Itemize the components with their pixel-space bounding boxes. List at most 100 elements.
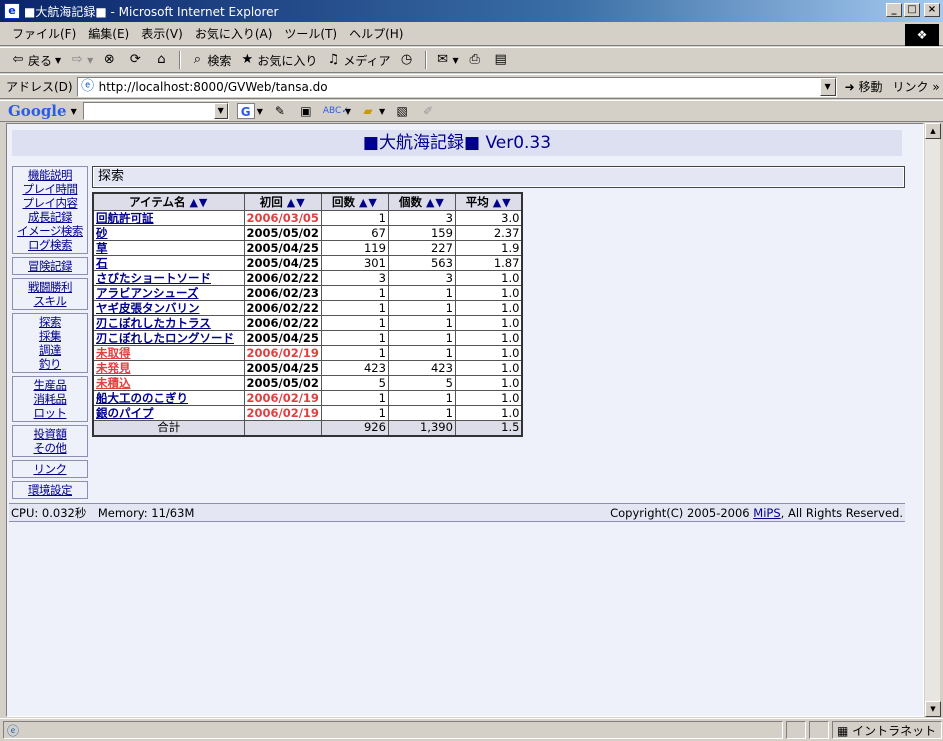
go-button[interactable]: ➜ 移動 (845, 78, 883, 95)
print-button[interactable]: ⎙ (463, 52, 489, 68)
nav-link-log-search[interactable]: ログ検索 (13, 238, 87, 252)
google-search-icon[interactable]: G (236, 103, 255, 119)
nav-link-skill[interactable]: スキル (13, 294, 87, 308)
menu-help[interactable]: ヘルプ(H) (343, 25, 409, 42)
table-body: 回航許可証 2006/03/05 1 3 3.0 砂 2005/05/02 67 159 2.37… (92, 210, 523, 421)
mips-link[interactable]: MiPS (753, 506, 780, 520)
chevron-down-icon[interactable]: ▼ (819, 77, 836, 96)
menu-tools[interactable]: ツール(T) (278, 25, 343, 42)
nav-link-investment[interactable]: 投資額 (13, 427, 87, 441)
sort-arrows-icon[interactable]: ▲▼ (426, 196, 445, 209)
chevron-down-icon[interactable]: ▼ (71, 107, 77, 116)
favorites-button[interactable]: ★ お気に入り (235, 52, 321, 69)
sort-arrows-icon[interactable]: ▲▼ (359, 196, 378, 209)
nav-link-settings[interactable]: 環境設定 (13, 483, 87, 497)
nav-link-procure[interactable]: 調達 (13, 343, 87, 357)
maximize-button[interactable]: □ (904, 3, 920, 17)
chevron-down-icon[interactable]: ▼ (345, 107, 351, 116)
nav-link-playcontent[interactable]: プレイ内容 (13, 196, 87, 210)
nav-link-playtime[interactable]: プレイ時間 (13, 182, 87, 196)
forward-button[interactable]: ⇨ ▼ (65, 52, 97, 68)
qty-cell: 3 (387, 210, 456, 226)
history-button[interactable]: ◷ (395, 52, 421, 68)
qty-cell: 5 (387, 375, 456, 391)
stop-button[interactable]: ⊗ (97, 52, 123, 68)
pagerank-icon[interactable]: ✎ (271, 103, 289, 119)
image-icon[interactable]: ▧ (393, 103, 411, 119)
count-cell: 1 (320, 405, 389, 421)
intranet-icon: ▦ (837, 724, 849, 738)
pencil-icon[interactable]: ✐ (419, 103, 437, 119)
scroll-down-button[interactable]: ▼ (925, 701, 941, 717)
nav-link-lot[interactable]: ロット (13, 406, 87, 420)
item-link[interactable]: 草 (96, 241, 108, 255)
item-name-cell: 未取得 (92, 345, 245, 361)
chevron-down-icon[interactable]: ▼ (257, 107, 263, 116)
chevron-down-icon[interactable]: ▼ (213, 103, 228, 119)
address-input[interactable]: ⓔ http://localhost:8000/GVWeb/tansa.do ▼ (76, 76, 837, 97)
item-link[interactable]: 刃こぼれしたロングソード (96, 331, 234, 345)
edit-button[interactable]: ▤ (489, 52, 515, 68)
item-link[interactable]: 刃こぼれしたカトラス (96, 316, 211, 330)
item-link[interactable]: 未発見 (96, 361, 131, 375)
sort-arrows-icon[interactable]: ▲▼ (493, 196, 512, 209)
item-link[interactable]: 銀のパイプ (96, 406, 154, 420)
popup-block-icon[interactable]: ▣ (297, 103, 315, 119)
home-button[interactable]: ⌂ (149, 52, 175, 68)
nav-link-adventure[interactable]: 冒険記録 (13, 259, 87, 273)
minimize-button[interactable]: _ (886, 3, 902, 17)
item-name-cell: 草 (92, 240, 245, 256)
sort-arrows-icon[interactable]: ▲▼ (189, 196, 208, 209)
first-date-cell: 2005/05/02 (243, 225, 322, 241)
menu-file[interactable]: ファイル(F) (6, 25, 82, 42)
links-button[interactable]: リンク » (893, 78, 940, 95)
google-search-input[interactable]: ▼ (82, 102, 229, 120)
menu-edit[interactable]: 編集(E) (82, 25, 135, 42)
refresh-button[interactable]: ⟳ (123, 52, 149, 68)
item-link[interactable]: 石 (96, 256, 108, 270)
mail-button[interactable]: ✉ ▼ (431, 52, 463, 68)
scroll-up-button[interactable]: ▲ (925, 123, 941, 139)
nav-link-feature[interactable]: 機能説明 (13, 168, 87, 182)
nav-link-fishing[interactable]: 釣り (13, 357, 87, 371)
item-link[interactable]: 砂 (96, 226, 108, 240)
window-title: ■大航海記録■ - Microsoft Internet Explorer (24, 4, 279, 19)
nav-link-battle[interactable]: 戦闘勝利 (13, 280, 87, 294)
exploration-table: アイテム名 ▲▼ 初回 ▲▼ 回数 ▲▼ 個数 ▲▼ 平均 ▲▼ 回航許可証 2… (92, 192, 524, 437)
media-button[interactable]: ♫ メディア (321, 52, 394, 69)
folder-icon[interactable]: ▰ (359, 103, 377, 119)
close-button[interactable]: × (924, 3, 940, 17)
nav-link-links[interactable]: リンク (13, 462, 87, 476)
item-link[interactable]: 未取得 (96, 346, 131, 360)
item-link[interactable]: アラビアンシューズ (96, 286, 198, 300)
item-link[interactable]: さびたショートソード (96, 271, 211, 285)
vertical-scrollbar[interactable]: ▲ ▼ (924, 123, 941, 717)
column-header-count: 回数 ▲▼ (320, 192, 389, 211)
search-button[interactable]: ⌕ 検索 (185, 52, 235, 69)
nav-link-gather[interactable]: 採集 (13, 329, 87, 343)
count-cell: 1 (320, 330, 389, 346)
menu-view[interactable]: 表示(V) (135, 25, 189, 42)
status-bar: ⓔ ▦ イントラネット (0, 718, 943, 741)
item-link[interactable]: 船大工ののこぎり (96, 391, 188, 405)
back-button[interactable]: ⇦ 戻る ▼ (6, 52, 65, 69)
table-row: 砂 2005/05/02 67 159 2.37 (92, 225, 523, 241)
nav-link-explore[interactable]: 探索 (13, 315, 87, 329)
table-row: 石 2005/04/25 301 563 1.87 (92, 255, 523, 271)
nav-link-consumables[interactable]: 消耗品 (13, 392, 87, 406)
nav-link-products[interactable]: 生産品 (13, 378, 87, 392)
count-cell: 67 (320, 225, 389, 241)
item-link[interactable]: ヤギ皮張タンバリン (96, 301, 200, 315)
total-count: 926 (320, 420, 389, 436)
sort-arrows-icon[interactable]: ▲▼ (287, 196, 306, 209)
item-link[interactable]: 未積込 (96, 376, 131, 390)
nav-link-other[interactable]: その他 (13, 441, 87, 455)
nav-link-image-search[interactable]: イメージ検索 (13, 224, 87, 238)
first-date-cell: 2005/04/25 (243, 330, 322, 346)
chevron-down-icon[interactable]: ▼ (379, 107, 385, 116)
nav-link-growth[interactable]: 成長記録 (13, 210, 87, 224)
google-logo[interactable]: Google (8, 102, 67, 120)
spellcheck-icon[interactable]: ABC✓ (323, 103, 349, 119)
menu-favorites[interactable]: お気に入り(A) (189, 25, 279, 42)
item-link[interactable]: 回航許可証 (96, 211, 154, 225)
